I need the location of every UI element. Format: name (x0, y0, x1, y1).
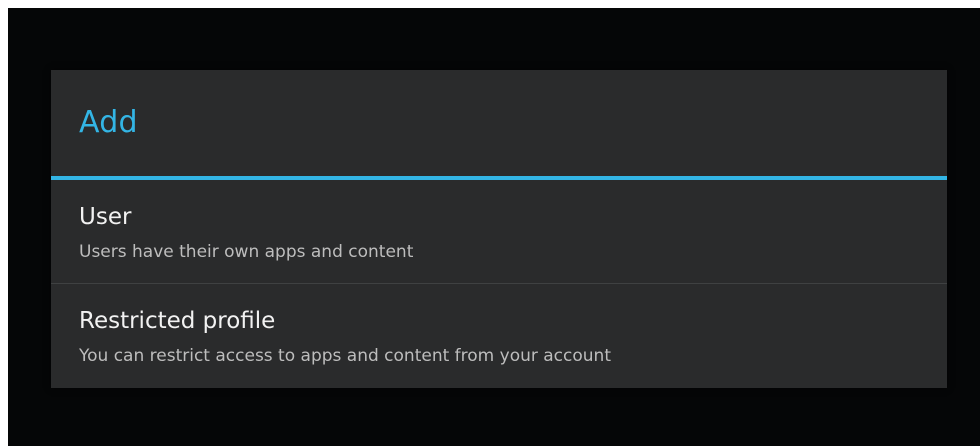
screen-background: Add User Users have their own apps and c… (8, 8, 980, 446)
option-description: Users have their own apps and content (79, 242, 414, 262)
add-dialog: Add User Users have their own apps and c… (51, 70, 947, 388)
option-user[interactable]: User Users have their own apps and conte… (51, 180, 947, 283)
option-description: You can restrict access to apps and cont… (79, 346, 611, 366)
option-restricted-profile[interactable]: Restricted profile You can restrict acce… (51, 284, 947, 387)
dialog-header: Add (51, 70, 947, 176)
option-title: User (79, 204, 132, 230)
option-title: Restricted profile (79, 308, 276, 334)
dialog-title: Add (79, 105, 138, 140)
